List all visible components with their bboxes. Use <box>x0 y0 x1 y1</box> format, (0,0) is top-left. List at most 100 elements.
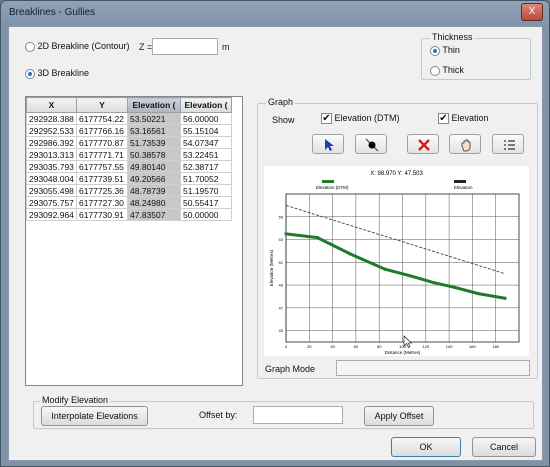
z-value-input[interactable] <box>152 38 218 55</box>
elevation-profile-chart[interactable]: X: 98.970 Y: 47.503 Elevation (DTM) Elevat… <box>264 166 529 356</box>
table-cell[interactable]: 49.20566 <box>127 172 181 185</box>
table-cell[interactable]: 50.00000 <box>180 208 232 221</box>
table-row[interactable]: 293092.964 6177730.91 47.83507 50.00000 <box>26 208 232 221</box>
table-cell[interactable]: 52.38717 <box>180 160 232 173</box>
show-dtm-checkbox[interactable]: ✔ Elevation (DTM) <box>321 113 400 125</box>
pointer-tool-button[interactable] <box>312 134 344 154</box>
table-row[interactable]: 292986.392 6177770.87 51.73539 54.07347 <box>26 136 232 149</box>
close-button[interactable]: X <box>521 3 543 21</box>
y-tick-label: 47 <box>279 305 284 310</box>
column-header-elevation-dtm[interactable]: Elevation ( <box>127 97 181 113</box>
table-cell[interactable]: 6177739.51 <box>76 172 128 185</box>
table-cell[interactable]: 54.07347 <box>180 136 232 149</box>
table-row[interactable]: 292928.388 6177754.22 53.50221 56.00000 <box>26 112 232 125</box>
table-row[interactable]: 293035.793 6177757.55 49.80140 52.38717 <box>26 160 232 173</box>
y-tick-label: 45 <box>279 328 284 333</box>
z-unit-label: m <box>222 42 230 52</box>
legend-swatch-elevation <box>454 180 466 183</box>
checkbox-elevation-label: Elevation <box>451 113 489 123</box>
table-cell[interactable]: 6177754.22 <box>76 112 128 125</box>
table-cell[interactable]: 292986.392 <box>26 136 77 149</box>
table-cell[interactable]: 56.00000 <box>180 112 232 125</box>
table-cell[interactable]: 293075.757 <box>26 196 77 209</box>
table-row[interactable]: 293048.004 6177739.51 49.20566 51.70052 <box>26 172 232 185</box>
table-cell[interactable]: 50.38578 <box>127 148 181 161</box>
column-header-x[interactable]: X <box>26 97 77 113</box>
table-cell[interactable]: 48.24980 <box>127 196 181 209</box>
table-cell[interactable]: 6177757.55 <box>76 160 128 173</box>
cancel-button[interactable]: Cancel <box>472 437 536 457</box>
y-tick-label: 55 <box>279 214 284 219</box>
table-cell[interactable]: 293013.313 <box>26 148 77 161</box>
table-row[interactable]: 293013.313 6177771.71 50.38578 53.22451 <box>26 148 232 161</box>
y-tick-label: 53 <box>279 237 284 242</box>
breakline-points-table[interactable]: X Y Elevation ( Elevation ( 292928.388 61… <box>25 96 243 386</box>
offset-label: Offset by: <box>199 410 238 420</box>
interpolate-elevations-button[interactable]: Interpolate Elevations <box>41 406 148 426</box>
show-elevation-checkbox[interactable]: ✔ Elevation <box>438 113 489 125</box>
radio-thin-indicator[interactable] <box>430 45 440 56</box>
node-tool-button[interactable] <box>355 134 387 154</box>
delete-tool-button[interactable] <box>407 134 439 154</box>
table-cell[interactable]: 6177770.87 <box>76 136 128 149</box>
legend-label-elevation: Elevation <box>454 185 473 190</box>
radio-3d-breakline[interactable]: 3D Breakline <box>25 68 89 79</box>
radio-thick-indicator[interactable] <box>430 65 440 76</box>
table-cell[interactable]: 47.83507 <box>127 208 181 221</box>
table-cell[interactable]: 292952.533 <box>26 124 77 137</box>
table-cell[interactable]: 6177771.71 <box>76 148 128 161</box>
data-point-dtm <box>476 292 480 296</box>
table-cell[interactable]: 53.22451 <box>180 148 232 161</box>
table-cell[interactable]: 48.78739 <box>127 184 181 197</box>
radio-2d-indicator[interactable] <box>25 41 35 52</box>
table-cell[interactable]: 51.73539 <box>127 136 181 149</box>
graph-mode-field[interactable] <box>336 360 530 376</box>
y-axis-label: Elevation (Metres) <box>269 249 274 286</box>
table-row[interactable]: 293075.757 6177727.30 48.24980 50.55417 <box>26 196 232 209</box>
cursor-readout: X: 98.970 Y: 47.503 <box>370 171 423 177</box>
column-header-y[interactable]: Y <box>76 97 128 113</box>
table-cell[interactable]: 6177730.91 <box>76 208 128 221</box>
apply-offset-button[interactable]: Apply Offset <box>364 406 434 426</box>
radio-thick[interactable]: Thick <box>430 65 464 76</box>
table-cell[interactable]: 53.16561 <box>127 124 181 137</box>
pan-tool-button[interactable] <box>449 134 481 154</box>
column-header-elevation[interactable]: Elevation ( <box>180 97 232 113</box>
radio-thin[interactable]: Thin <box>430 45 460 56</box>
table-row[interactable]: 293055.498 6177725.36 48.78739 51.19570 <box>26 184 232 197</box>
delete-icon <box>418 139 430 151</box>
radio-3d-indicator[interactable] <box>25 68 35 79</box>
table-row[interactable]: 292952.533 6177766.16 53.16561 55.15104 <box>26 124 232 137</box>
title-bar[interactable]: Breaklines - Gullies X <box>1 1 549 25</box>
table-cell[interactable]: 49.80140 <box>127 160 181 173</box>
x-tick-label: 160 <box>469 344 476 349</box>
table-cell[interactable]: 292928.388 <box>26 112 77 125</box>
table-cell[interactable]: 50.55417 <box>180 196 232 209</box>
table-cell[interactable]: 293092.964 <box>26 208 77 221</box>
table-cell[interactable]: 6177766.16 <box>76 124 128 137</box>
data-point-dtm <box>453 285 457 290</box>
table-cell[interactable]: 293055.498 <box>26 184 77 197</box>
pointer-icon <box>325 139 334 151</box>
legend-swatch-dtm <box>322 180 334 183</box>
ok-button[interactable]: OK <box>391 437 461 457</box>
table-cell[interactable]: 55.15104 <box>180 124 232 137</box>
show-label: Show <box>272 115 295 125</box>
checkbox-dtm-indicator[interactable]: ✔ <box>321 113 332 125</box>
data-point-dtm <box>348 252 352 256</box>
offset-input[interactable] <box>253 406 343 424</box>
checkbox-elevation-indicator[interactable]: ✔ <box>438 113 449 125</box>
table-cell[interactable]: 53.50221 <box>127 112 181 125</box>
table-cell[interactable]: 6177727.30 <box>76 196 128 209</box>
table-cell[interactable]: 51.19570 <box>180 184 232 197</box>
table-cell[interactable]: 51.70052 <box>180 172 232 185</box>
x-tick-label: 60 <box>354 344 359 349</box>
table-cell[interactable]: 293048.004 <box>26 172 77 185</box>
list-tool-button[interactable] <box>492 134 524 154</box>
radio-2d-breakline[interactable]: 2D Breakline (Contour) <box>25 41 130 52</box>
table-header-row: X Y Elevation ( Elevation ( <box>26 97 232 113</box>
table-cell[interactable]: 293035.793 <box>26 160 77 173</box>
radio-3d-label: 3D Breakline <box>37 68 90 78</box>
y-tick-label: 49 <box>279 283 284 288</box>
table-cell[interactable]: 6177725.36 <box>76 184 128 197</box>
